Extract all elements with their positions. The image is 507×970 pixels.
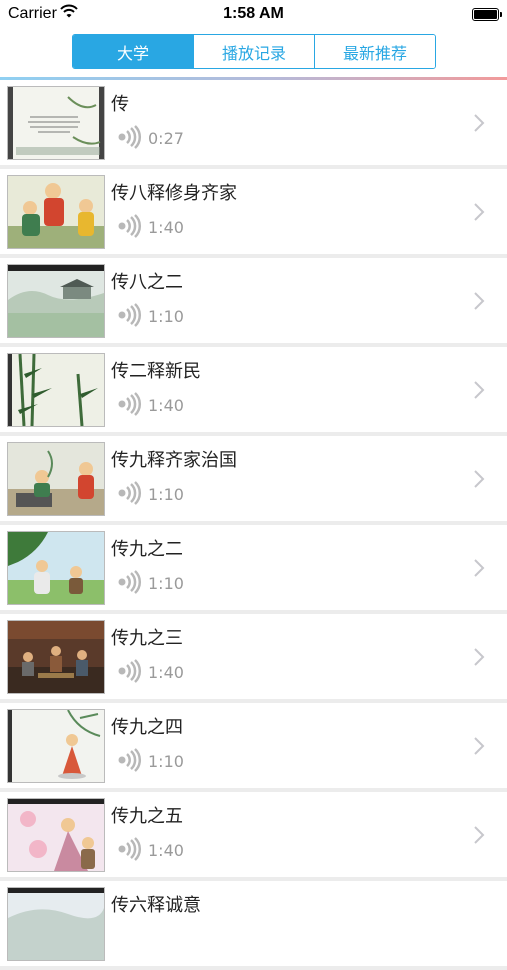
thumbnail <box>7 86 105 160</box>
list-item[interactable]: 传九之四 1:10 <box>0 703 507 792</box>
thumbnail <box>7 175 105 249</box>
item-duration: 0:27 <box>148 129 184 148</box>
thumbnail <box>7 709 105 783</box>
list-item[interactable]: 传九之三 1:40 <box>0 614 507 703</box>
chevron-right-icon <box>473 380 485 404</box>
speaker-wave-icon <box>116 303 142 331</box>
item-title: 传 <box>111 94 129 115</box>
speaker-wave-icon <box>116 392 142 420</box>
item-title: 传九释齐家治国 <box>111 450 237 471</box>
item-duration: 1:40 <box>148 396 184 415</box>
thumbnail <box>7 264 105 338</box>
chevron-right-icon <box>473 291 485 315</box>
list-item[interactable]: 传 0:27 <box>0 80 507 169</box>
item-title: 传八之二 <box>111 272 183 293</box>
item-duration: 1:10 <box>148 752 184 771</box>
item-title: 传九之二 <box>111 539 183 560</box>
clock: 1:58 AM <box>223 5 284 22</box>
list-item[interactable]: 传八之二 1:10 <box>0 258 507 347</box>
speaker-wave-icon <box>116 837 142 865</box>
item-title: 传二释新民 <box>111 361 201 382</box>
thumbnail <box>7 798 105 872</box>
item-title: 传八释修身齐家 <box>111 183 237 204</box>
item-duration: 1:40 <box>148 218 184 237</box>
tab-play-history[interactable]: 播放记录 <box>193 35 314 68</box>
tab-daxue[interactable]: 大学 <box>73 35 193 68</box>
item-title: 传九之五 <box>111 806 183 827</box>
list-item[interactable]: 传八释修身齐家 1:40 <box>0 169 507 258</box>
chevron-right-icon <box>473 113 485 137</box>
tab-latest-recommend[interactable]: 最新推荐 <box>314 35 435 68</box>
speaker-wave-icon <box>116 125 142 153</box>
battery-icon <box>472 8 502 21</box>
speaker-wave-icon <box>116 481 142 509</box>
thumbnail <box>7 620 105 694</box>
item-title: 传九之三 <box>111 628 183 649</box>
chevron-right-icon <box>473 736 485 760</box>
list-item[interactable]: 传九之二 1:10 <box>0 525 507 614</box>
speaker-wave-icon <box>116 659 142 687</box>
item-duration: 1:10 <box>148 574 184 593</box>
speaker-wave-icon <box>116 570 142 598</box>
item-duration: 1:40 <box>148 841 184 860</box>
chevron-right-icon <box>473 825 485 849</box>
thumbnail <box>7 442 105 516</box>
chevron-right-icon <box>473 558 485 582</box>
thumbnail <box>7 531 105 605</box>
item-title: 传九之四 <box>111 717 183 738</box>
status-bar: Carrier 1:58 AM <box>0 0 507 30</box>
speaker-wave-icon <box>116 748 142 776</box>
speaker-wave-icon <box>116 214 142 242</box>
thumbnail <box>7 353 105 427</box>
thumbnail <box>7 887 105 961</box>
item-duration: 1:40 <box>148 663 184 682</box>
list-item[interactable]: 传六释诚意 <box>0 881 507 970</box>
chevron-right-icon <box>473 647 485 671</box>
item-duration: 1:10 <box>148 307 184 326</box>
list-item[interactable]: 传九之五 1:40 <box>0 792 507 881</box>
chevron-right-icon <box>473 469 485 493</box>
chevron-right-icon <box>473 202 485 226</box>
item-title: 传六释诚意 <box>111 895 201 916</box>
item-duration: 1:10 <box>148 485 184 504</box>
list-item[interactable]: 传九释齐家治国 1:10 <box>0 436 507 525</box>
list-item[interactable]: 传二释新民 1:40 <box>0 347 507 436</box>
segmented-control: 大学 播放记录 最新推荐 <box>72 34 436 69</box>
audio-list: 传 0:27 传八释修身齐家 1:40 传八之二 1:10 传二释新民 1:40… <box>0 80 507 970</box>
